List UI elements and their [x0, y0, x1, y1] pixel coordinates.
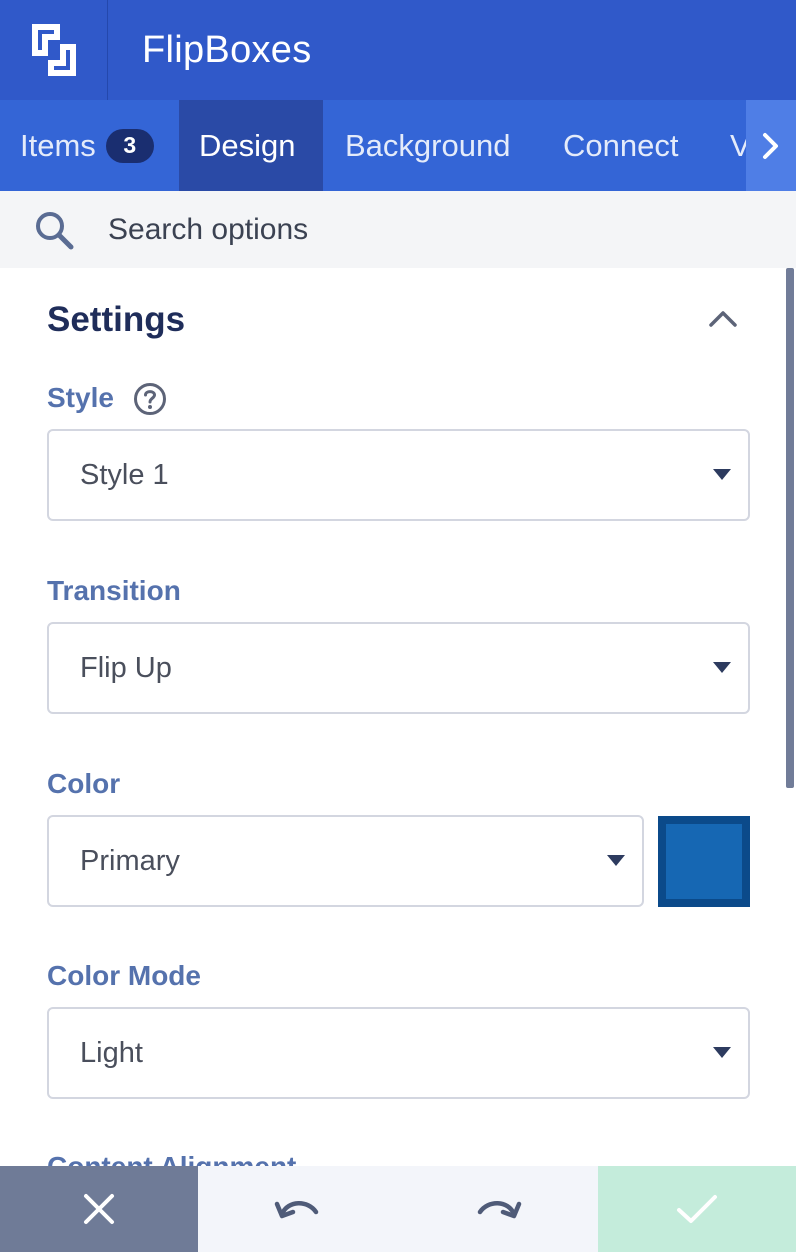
redo-icon [477, 1201, 522, 1219]
style-select[interactable]: Style 1 [47, 429, 750, 521]
check-icon [677, 1195, 717, 1223]
color-select[interactable]: Primary [47, 815, 644, 907]
style-select-value: Style 1 [80, 458, 169, 491]
search-icon [0, 191, 108, 268]
tab-connect[interactable]: Connect [543, 100, 698, 191]
panel-scrollbar[interactable] [784, 268, 796, 1166]
items-count-badge: 3 [105, 128, 154, 163]
tab-design[interactable]: Design [179, 100, 323, 191]
caret-down-icon [713, 469, 731, 480]
app-title: FlipBoxes [142, 28, 312, 71]
caret-down-icon [713, 1047, 731, 1058]
tab-items[interactable]: Items 3 [0, 100, 179, 191]
tab-background[interactable]: Background [325, 100, 530, 191]
color-mode-select[interactable]: Light [47, 1007, 750, 1099]
settings-panel: Settings Style Style 1 Transition Flip U… [0, 268, 784, 1166]
help-icon[interactable] [133, 382, 167, 416]
undo-icon [274, 1201, 319, 1219]
tab-bar: Items 3 Design Background Connect V [0, 100, 796, 191]
color-swatch-button[interactable] [658, 816, 750, 907]
tab-items-label: Items [20, 127, 96, 163]
bottom-action-bar [0, 1166, 796, 1252]
caret-down-icon [607, 855, 625, 866]
flipboxes-logo-icon [0, 0, 108, 100]
redo-button[interactable] [398, 1166, 598, 1252]
section-title: Settings [47, 300, 186, 339]
color-select-value: Primary [80, 844, 180, 877]
app-header: FlipBoxes [0, 0, 796, 100]
tab-connect-label: Connect [563, 127, 679, 163]
color-mode-label: Color Mode [47, 960, 201, 991]
search-bar [0, 191, 796, 268]
chevron-right-icon [763, 132, 778, 159]
caret-down-icon [713, 662, 731, 673]
scrollbar-thumb[interactable] [786, 268, 794, 788]
content-alignment-label: Content Alignment [47, 1151, 296, 1166]
transition-select[interactable]: Flip Up [47, 622, 750, 714]
search-input[interactable] [108, 212, 708, 247]
close-icon [84, 1194, 114, 1224]
color-mode-select-value: Light [80, 1036, 143, 1069]
undo-button[interactable] [198, 1166, 398, 1252]
style-label: Style [47, 382, 114, 413]
transition-label: Transition [47, 575, 181, 606]
tab-background-label: Background [345, 127, 511, 163]
tab-design-label: Design [199, 127, 296, 163]
close-button[interactable] [0, 1166, 198, 1252]
chevron-up-icon[interactable] [706, 306, 740, 330]
confirm-button[interactable] [598, 1166, 796, 1252]
color-swatch [666, 824, 742, 899]
tabs-next-button[interactable] [746, 100, 796, 191]
transition-select-value: Flip Up [80, 651, 172, 684]
color-label: Color [47, 768, 121, 799]
